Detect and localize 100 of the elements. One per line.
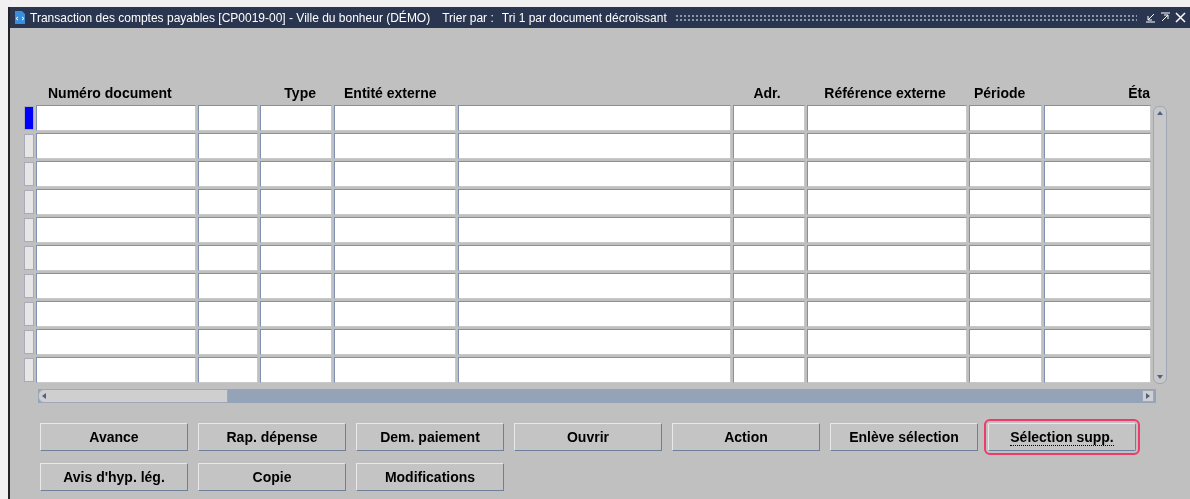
input-field[interactable] xyxy=(36,161,196,187)
input-field[interactable] xyxy=(458,329,731,355)
input-field[interactable] xyxy=(458,133,731,159)
input-field[interactable] xyxy=(969,105,1042,131)
input-field[interactable] xyxy=(334,133,456,159)
row-indicator[interactable] xyxy=(24,358,34,382)
input-field[interactable] xyxy=(969,329,1042,355)
input-field[interactable] xyxy=(458,105,731,131)
input-field[interactable] xyxy=(1044,245,1151,271)
vertical-scrollbar[interactable] xyxy=(1153,106,1167,384)
input-field[interactable] xyxy=(260,245,332,271)
input-field[interactable] xyxy=(807,161,967,187)
input-field[interactable] xyxy=(969,217,1042,243)
scroll-thumb[interactable] xyxy=(38,389,228,403)
input-field[interactable] xyxy=(36,105,196,131)
input-field[interactable] xyxy=(198,189,258,215)
input-field[interactable] xyxy=(807,217,967,243)
action-button[interactable]: Dem. paiement xyxy=(356,423,504,451)
row-indicator[interactable] xyxy=(24,190,34,214)
input-field[interactable] xyxy=(334,301,456,327)
input-field[interactable] xyxy=(36,217,196,243)
input-field[interactable] xyxy=(198,273,258,299)
close-icon[interactable] xyxy=(1175,12,1186,23)
input-field[interactable] xyxy=(260,189,332,215)
input-field[interactable] xyxy=(1044,301,1151,327)
action-button[interactable]: Avance xyxy=(40,423,188,451)
input-field[interactable] xyxy=(334,161,456,187)
input-field[interactable] xyxy=(1044,357,1151,383)
input-field[interactable] xyxy=(458,273,731,299)
action-button[interactable]: Avis d'hyp. lég. xyxy=(40,463,188,491)
input-field[interactable] xyxy=(334,273,456,299)
input-field[interactable] xyxy=(733,301,805,327)
action-button[interactable]: Copie xyxy=(198,463,346,491)
input-field[interactable] xyxy=(969,133,1042,159)
action-button[interactable]: Rap. dépense xyxy=(198,423,346,451)
input-field[interactable] xyxy=(1044,133,1151,159)
input-field[interactable] xyxy=(733,105,805,131)
input-field[interactable] xyxy=(458,245,731,271)
maximize-icon[interactable] xyxy=(1160,12,1171,23)
input-field[interactable] xyxy=(260,133,332,159)
input-field[interactable] xyxy=(36,245,196,271)
input-field[interactable] xyxy=(260,301,332,327)
action-button[interactable]: Enlève sélection xyxy=(830,423,978,451)
minimize-icon[interactable] xyxy=(1145,12,1156,23)
input-field[interactable] xyxy=(260,357,332,383)
input-field[interactable] xyxy=(36,273,196,299)
input-field[interactable] xyxy=(458,189,731,215)
row-indicator[interactable] xyxy=(24,246,34,270)
row-indicator[interactable] xyxy=(24,330,34,354)
input-field[interactable] xyxy=(260,329,332,355)
input-field[interactable] xyxy=(969,301,1042,327)
input-field[interactable] xyxy=(36,357,196,383)
input-field[interactable] xyxy=(1044,189,1151,215)
action-button[interactable]: Action xyxy=(672,423,820,451)
input-field[interactable] xyxy=(334,105,456,131)
action-button[interactable]: Ouvrir xyxy=(514,423,662,451)
row-indicator[interactable] xyxy=(24,302,34,326)
input-field[interactable] xyxy=(733,189,805,215)
input-field[interactable] xyxy=(807,133,967,159)
input-field[interactable] xyxy=(807,245,967,271)
scroll-right-icon[interactable] xyxy=(1142,390,1154,402)
input-field[interactable] xyxy=(334,357,456,383)
input-field[interactable] xyxy=(198,357,258,383)
input-field[interactable] xyxy=(733,357,805,383)
input-field[interactable] xyxy=(334,189,456,215)
input-field[interactable] xyxy=(1044,273,1151,299)
input-field[interactable] xyxy=(733,217,805,243)
input-field[interactable] xyxy=(36,133,196,159)
input-field[interactable] xyxy=(807,329,967,355)
input-field[interactable] xyxy=(198,161,258,187)
input-field[interactable] xyxy=(969,245,1042,271)
input-field[interactable] xyxy=(969,161,1042,187)
input-field[interactable] xyxy=(969,357,1042,383)
input-field[interactable] xyxy=(334,245,456,271)
input-field[interactable] xyxy=(1044,329,1151,355)
input-field[interactable] xyxy=(807,357,967,383)
row-indicator[interactable] xyxy=(24,106,34,130)
input-field[interactable] xyxy=(458,217,731,243)
input-field[interactable] xyxy=(458,301,731,327)
row-indicator[interactable] xyxy=(24,218,34,242)
input-field[interactable] xyxy=(1044,217,1151,243)
input-field[interactable] xyxy=(198,133,258,159)
input-field[interactable] xyxy=(36,301,196,327)
input-field[interactable] xyxy=(458,161,731,187)
input-field[interactable] xyxy=(807,189,967,215)
input-field[interactable] xyxy=(458,357,731,383)
input-field[interactable] xyxy=(260,105,332,131)
input-field[interactable] xyxy=(807,105,967,131)
input-field[interactable] xyxy=(807,273,967,299)
horizontal-scrollbar[interactable] xyxy=(38,389,1156,403)
input-field[interactable] xyxy=(198,245,258,271)
input-field[interactable] xyxy=(198,329,258,355)
input-field[interactable] xyxy=(334,217,456,243)
input-field[interactable] xyxy=(733,133,805,159)
input-field[interactable] xyxy=(733,273,805,299)
action-button[interactable]: Modifications xyxy=(356,463,504,491)
input-field[interactable] xyxy=(198,105,258,131)
input-field[interactable] xyxy=(733,161,805,187)
row-indicator[interactable] xyxy=(24,162,34,186)
input-field[interactable] xyxy=(260,217,332,243)
